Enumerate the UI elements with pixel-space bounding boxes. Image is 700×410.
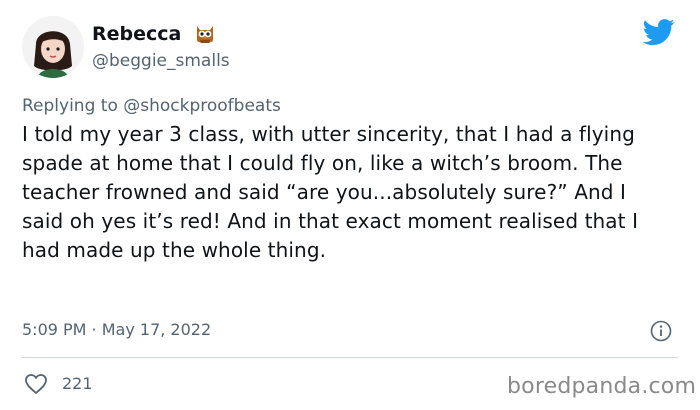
tweet-card: Rebecca @beggie_smalls Replying to @shoc…: [0, 0, 700, 410]
display-name[interactable]: Rebecca: [92, 23, 181, 45]
watermark: boredpanda.com: [507, 374, 697, 399]
tweet-timestamp[interactable]: 5:09 PM · May 17, 2022: [22, 320, 211, 339]
replying-to-line: Replying to @shockproofbeats: [22, 96, 281, 116]
avatar[interactable]: [22, 16, 84, 78]
heart-icon[interactable]: [24, 373, 48, 395]
info-icon[interactable]: [650, 320, 672, 342]
reply-mention-link[interactable]: @shockproofbeats: [123, 96, 281, 116]
divider: [22, 357, 678, 358]
cartoon-avatar-icon: [22, 16, 84, 78]
twitter-bird-icon[interactable]: [642, 16, 675, 48]
owl-icon: [194, 22, 216, 46]
author-line: Rebecca: [92, 22, 216, 46]
user-handle[interactable]: @beggie_smalls: [92, 51, 230, 71]
like-count: 221: [62, 374, 93, 393]
tweet-text: I told my year 3 class, with utter since…: [22, 122, 639, 262]
replying-prefix: Replying to: [22, 96, 124, 116]
